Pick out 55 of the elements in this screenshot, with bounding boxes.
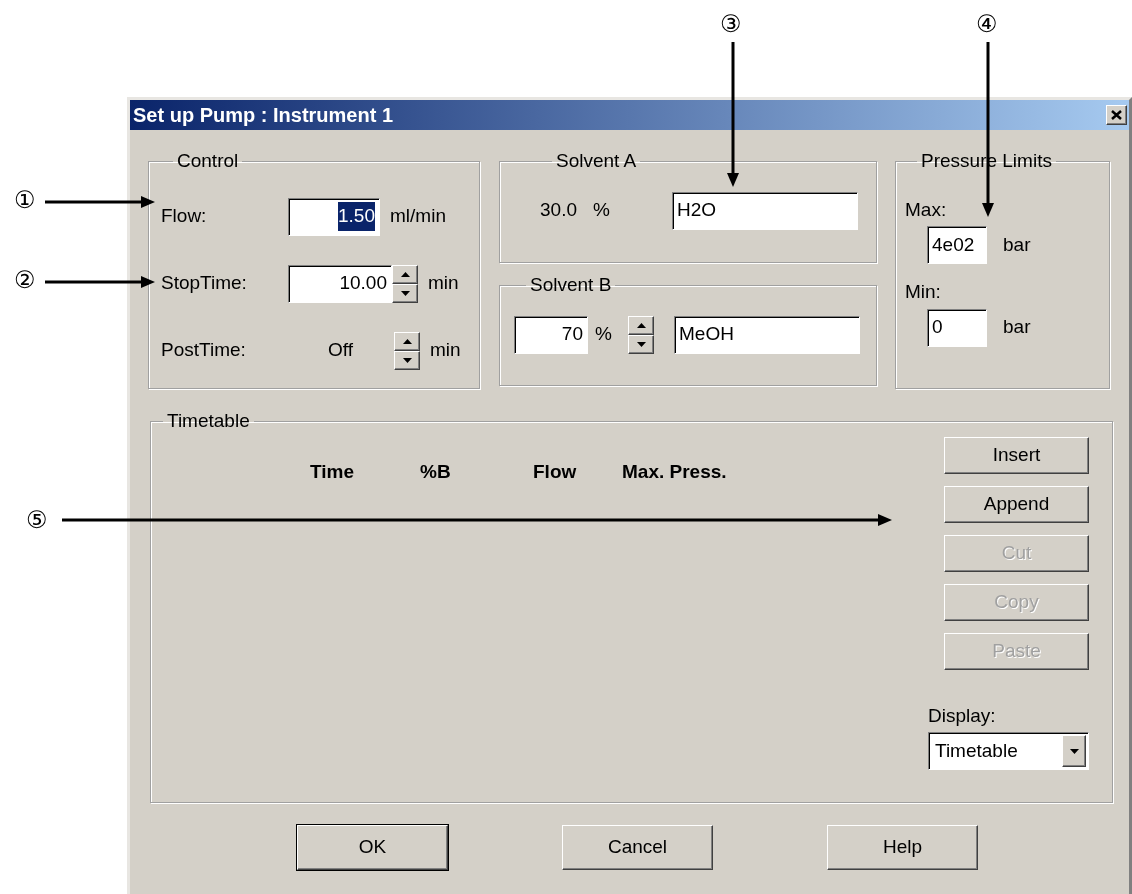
close-button[interactable] <box>1106 105 1127 125</box>
close-icon <box>1111 110 1122 120</box>
limit-label: Max: <box>905 197 948 222</box>
callout-number: ⑤ <box>26 508 48 532</box>
spin-up-button[interactable] <box>392 264 418 284</box>
triangle-up-icon <box>402 338 412 344</box>
triangle-down-icon <box>636 341 646 347</box>
caret-icon <box>1069 748 1079 754</box>
unit-label: ml/min <box>390 204 446 229</box>
percent-value: 30.0 <box>540 198 578 223</box>
solvent-name-field[interactable]: MeOH <box>674 315 860 354</box>
number-field[interactable]: 10.00 <box>288 264 392 303</box>
callout-number: ② <box>14 268 36 292</box>
unit-label: min <box>430 338 461 363</box>
spin-up-button[interactable] <box>628 315 654 335</box>
pressure-field[interactable]: 4e02 <box>927 226 987 264</box>
flow-field[interactable]: 1.50 <box>288 197 380 236</box>
field-label: PostTime: <box>161 338 247 363</box>
dropdown-button[interactable] <box>1062 735 1086 767</box>
spin-up-button[interactable] <box>394 331 420 351</box>
dialog-button[interactable]: OK <box>297 825 448 870</box>
unit-label: bar <box>1003 232 1031 257</box>
pressure-field[interactable]: 0 <box>927 308 987 347</box>
column-header: %B <box>420 459 452 484</box>
display-dropdown[interactable]: Timetable <box>928 732 1089 770</box>
callout-number: ① <box>14 188 36 212</box>
callout-number: ④ <box>976 12 998 36</box>
limit-label: Min: <box>905 280 942 304</box>
column-header: Time <box>310 459 355 484</box>
column-header: Max. Press. <box>622 459 727 484</box>
unit-label: bar <box>1003 315 1031 340</box>
triangle-down-icon <box>402 357 412 363</box>
value-text: Off <box>327 338 354 363</box>
group-title: Solvent A <box>556 150 637 171</box>
triangle-up-icon <box>636 322 646 328</box>
timetable-button[interactable]: Insert <box>944 436 1089 474</box>
group-title: Control <box>177 150 239 171</box>
unit-label: min <box>428 271 459 296</box>
percent-field[interactable]: 70 <box>514 315 588 354</box>
field-label: StopTime: <box>161 271 248 296</box>
triangle-up-icon <box>400 271 410 277</box>
group-title: Solvent B <box>530 274 612 295</box>
triangle-down-icon <box>400 290 410 296</box>
timetable-button[interactable]: Append <box>944 485 1089 523</box>
solvent-name-field[interactable]: H2O <box>672 191 858 230</box>
dialog-button[interactable]: Cancel <box>562 825 713 870</box>
column-header: Flow <box>533 459 578 484</box>
percent-unit: % <box>593 198 611 223</box>
display-label: Display: <box>928 703 997 728</box>
field-label: Flow: <box>161 204 208 229</box>
percent-unit: % <box>595 322 613 347</box>
window-title: Set up Pump : Instrument 1 <box>133 103 394 128</box>
group-title: Timetable <box>167 410 250 431</box>
callout-number: ③ <box>720 12 742 36</box>
dialog-button[interactable]: Help <box>827 825 978 870</box>
